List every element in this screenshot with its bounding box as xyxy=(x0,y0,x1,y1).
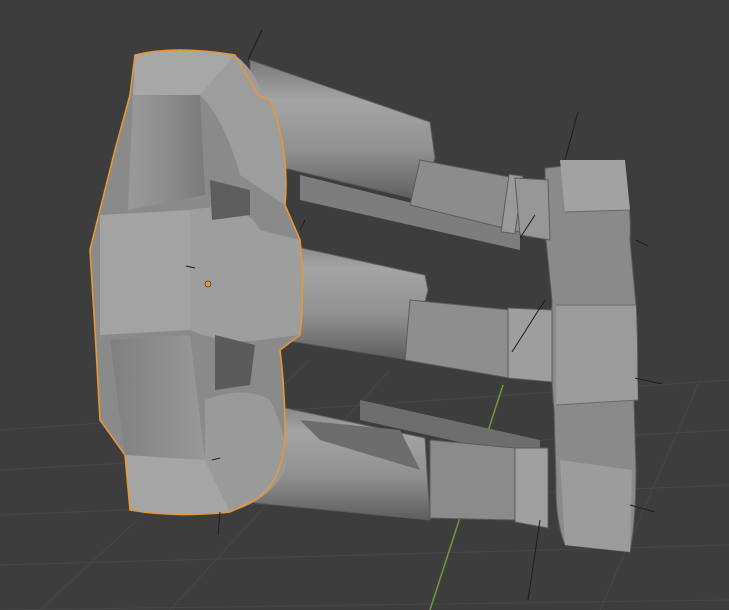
viewport-canvas[interactable] xyxy=(0,0,729,610)
3d-viewport[interactable] xyxy=(0,0,729,610)
left-ring-frame[interactable] xyxy=(89,49,304,516)
object-origin-dot[interactable] xyxy=(204,280,212,288)
right-ring-frame[interactable] xyxy=(544,159,639,553)
